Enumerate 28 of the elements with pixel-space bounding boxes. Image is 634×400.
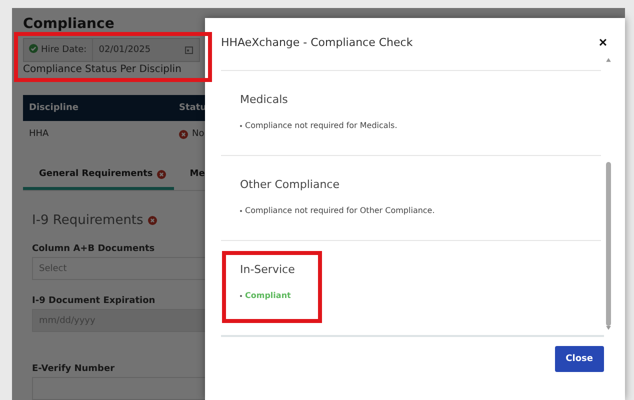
scrollbar-thumb[interactable] — [606, 162, 610, 326]
field-label: Column A+B Documents — [32, 244, 156, 254]
section-title: I-9 Requirements — [32, 213, 144, 228]
status-note: Compliance not required for Other Compliance. — [245, 206, 435, 215]
close-button[interactable]: × — [598, 34, 607, 50]
error-icon — [179, 130, 188, 138]
section-title: In-Service — [240, 263, 296, 276]
status-note: Compliance not required for Medicals. — [245, 121, 398, 130]
field-label: E-Verify Number — [32, 364, 116, 374]
close-button[interactable]: Close — [554, 346, 604, 372]
tab[interactable]: General Requirements — [23, 161, 174, 190]
dialog-title: HHAeXchange - Compliance Check — [221, 36, 413, 48]
hire-date-field[interactable]: Hire Date: 02/01/2025 — [23, 38, 200, 62]
error-icon — [148, 216, 158, 225]
scroll-up-icon[interactable] — [606, 58, 610, 62]
section-title: Other Compliance — [240, 178, 340, 191]
page-title: Compliance — [23, 16, 116, 32]
section-heading: Compliance Status Per Disciplin — [23, 64, 182, 75]
error-icon — [156, 170, 166, 178]
date-value: 02/01/2025 — [98, 45, 152, 55]
column-header: Discipline — [29, 103, 80, 113]
check-icon — [29, 44, 38, 53]
table-cell-text: HHA — [29, 129, 50, 139]
status-note: Compliant — [245, 291, 291, 300]
field-label: I-9 Document Expiration — [32, 296, 156, 306]
calendar-icon[interactable] — [185, 46, 193, 54]
section-title: Medicals — [240, 93, 289, 106]
field-label: Hire Date: — [41, 45, 87, 55]
